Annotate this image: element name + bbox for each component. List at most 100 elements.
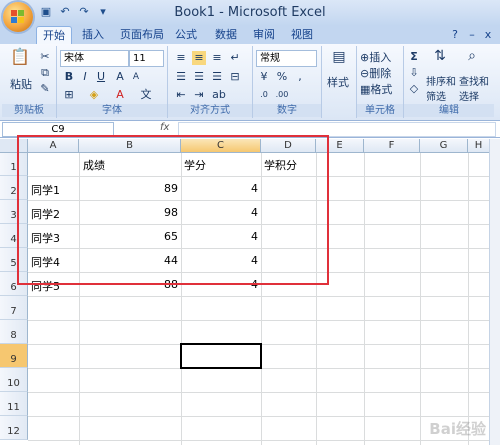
undo-icon[interactable]: ↶ — [57, 4, 73, 20]
minimize-ribbon-icon[interactable]: – — [466, 26, 478, 44]
tab-data[interactable]: 数据 — [212, 26, 240, 44]
font-size-select[interactable]: 11 — [129, 50, 164, 67]
italic-icon[interactable]: I — [78, 70, 92, 84]
clipboard-group: 📋 粘贴 ✂ ⧉ ✎ 剪贴板 — [2, 46, 57, 118]
column-header-g[interactable]: G — [420, 139, 468, 153]
row-header-12[interactable]: 12 — [0, 416, 28, 440]
active-cell[interactable] — [180, 343, 262, 369]
wrap-text-icon[interactable]: ↵ — [228, 51, 242, 65]
help-icon[interactable]: ? — [448, 26, 462, 44]
fill-icon[interactable]: ⇩ — [407, 66, 421, 80]
tab-view[interactable]: 视图 — [288, 26, 316, 44]
number-format-select[interactable]: 常规 — [256, 50, 317, 67]
increase-decimal-icon[interactable]: .0 — [257, 88, 271, 102]
insert-cells-icon: ⊕ — [360, 51, 370, 64]
styles-button[interactable]: 样式 — [327, 74, 349, 90]
row-header-10[interactable]: 10 — [0, 368, 28, 392]
tab-home[interactable]: 开始 — [36, 26, 72, 45]
shrink-font-icon[interactable]: A — [129, 70, 143, 84]
save-icon[interactable]: ▣ — [38, 4, 54, 20]
sort-filter-icon[interactable]: ⇅ — [430, 49, 450, 69]
format-painter-icon[interactable]: ✎ — [38, 82, 52, 96]
tab-page-layout[interactable]: 页面布局 — [116, 26, 168, 44]
window-title: Book1 - Microsoft Excel — [174, 5, 326, 20]
fill-color-icon[interactable]: ◈ — [87, 88, 101, 102]
styles-group: ▤ 样式 — [322, 46, 357, 118]
autosum-icon[interactable]: Σ — [407, 50, 421, 64]
increase-indent-icon[interactable]: ⇥ — [192, 88, 206, 102]
row-header-8[interactable]: 8 — [0, 320, 28, 344]
ribbon: 📋 粘贴 ✂ ⧉ ✎ 剪贴板 宋体 11 B I U A A ⊞ ◈ A 文 字… — [0, 44, 500, 121]
editing-label: 编辑 — [404, 104, 494, 117]
vertical-scrollbar[interactable] — [489, 139, 500, 445]
styles-icon[interactable]: ▤ — [331, 50, 347, 68]
font-label: 字体 — [57, 104, 167, 117]
number-label: 数字 — [253, 104, 321, 117]
bold-icon[interactable]: B — [62, 70, 76, 84]
merge-cells-icon[interactable]: ⊟ — [228, 70, 242, 84]
font-color-icon[interactable]: A — [113, 88, 127, 102]
align-center-icon[interactable]: ☰ — [192, 70, 206, 84]
align-right-icon[interactable]: ☰ — [210, 70, 224, 84]
column-header-f[interactable]: F — [364, 139, 420, 153]
comma-icon[interactable]: , — [293, 70, 307, 84]
gridline — [28, 344, 500, 345]
gridline — [28, 320, 500, 321]
decrease-decimal-icon[interactable]: .00 — [275, 88, 289, 102]
cells-label: 单元格 — [357, 104, 403, 117]
number-group: 常规 ¥ % , .0 .00 数字 — [253, 46, 322, 118]
currency-icon[interactable]: ¥ — [257, 70, 271, 84]
quick-access-toolbar: ▣ ↶ ↷ ▾ — [38, 4, 111, 22]
insert-cells-button[interactable]: ⊕插入 — [360, 49, 391, 65]
border-icon[interactable]: ⊞ — [62, 88, 76, 102]
decrease-indent-icon[interactable]: ⇤ — [174, 88, 188, 102]
alignment-group: ≡ ≡ ≡ ↵ ☰ ☰ ☰ ⊟ ⇤ ⇥ ab 对齐方式 — [168, 46, 253, 118]
percent-icon[interactable]: % — [275, 70, 289, 84]
clear-icon[interactable]: ◇ — [407, 82, 421, 96]
gridline — [364, 153, 365, 445]
underline-icon[interactable]: U — [94, 70, 108, 84]
align-left-icon[interactable]: ☰ — [174, 70, 188, 84]
gridline — [28, 296, 500, 297]
customize-icon[interactable]: ▾ — [95, 4, 111, 20]
paste-button[interactable]: 粘贴 — [10, 76, 32, 92]
tab-insert[interactable]: 插入 — [78, 26, 108, 44]
font-name-select[interactable]: 宋体 — [60, 50, 129, 67]
sort-filter-button[interactable]: 排序和 筛选 — [426, 73, 456, 103]
delete-cells-icon: ⊖ — [360, 67, 370, 80]
office-logo-icon — [11, 10, 25, 24]
editing-group: Σ ⇩ ◇ ⇅ 排序和 筛选 ⌕ 查找和 选择 编辑 — [404, 46, 494, 118]
highlight-box — [17, 135, 329, 285]
format-cells-button[interactable]: ▦格式 — [360, 81, 392, 97]
paste-icon[interactable]: 📋 — [10, 49, 30, 72]
font-group: 宋体 11 B I U A A ⊞ ◈ A 文 字体 — [57, 46, 168, 118]
align-top-icon[interactable]: ≡ — [174, 51, 188, 65]
delete-cells-button[interactable]: ⊖删除 — [360, 65, 391, 81]
find-select-icon[interactable]: ⌕ — [462, 49, 482, 69]
find-select-button[interactable]: 查找和 选择 — [459, 73, 489, 103]
office-button[interactable] — [3, 2, 33, 32]
gridline — [28, 416, 500, 417]
phonetic-icon[interactable]: 文 — [139, 88, 153, 102]
column-header-h[interactable]: H — [468, 139, 490, 153]
redo-icon[interactable]: ↷ — [76, 4, 92, 20]
row-header-7[interactable]: 7 — [0, 296, 28, 320]
copy-icon[interactable]: ⧉ — [38, 66, 52, 80]
tab-review[interactable]: 审阅 — [250, 26, 278, 44]
gridline — [28, 368, 500, 369]
grow-font-icon[interactable]: A — [113, 70, 127, 84]
row-header-11[interactable]: 11 — [0, 392, 28, 416]
cells-group: ⊕插入 ⊖删除 ▦格式 单元格 — [357, 46, 404, 118]
styles-label — [322, 104, 356, 117]
insert-function-icon[interactable]: fx — [160, 122, 172, 133]
align-bottom-icon[interactable]: ≡ — [210, 51, 224, 65]
gridline — [420, 153, 421, 445]
align-middle-icon[interactable]: ≡ — [192, 51, 206, 65]
cut-icon[interactable]: ✂ — [38, 50, 52, 64]
row-header-9[interactable]: 9 — [0, 344, 28, 368]
watermark: Bai经验 — [429, 420, 486, 438]
orientation-icon[interactable]: ab — [212, 88, 226, 102]
close-icon[interactable]: x — [482, 26, 494, 44]
gridline — [28, 440, 500, 441]
tab-formulas[interactable]: 公式 — [172, 26, 200, 44]
